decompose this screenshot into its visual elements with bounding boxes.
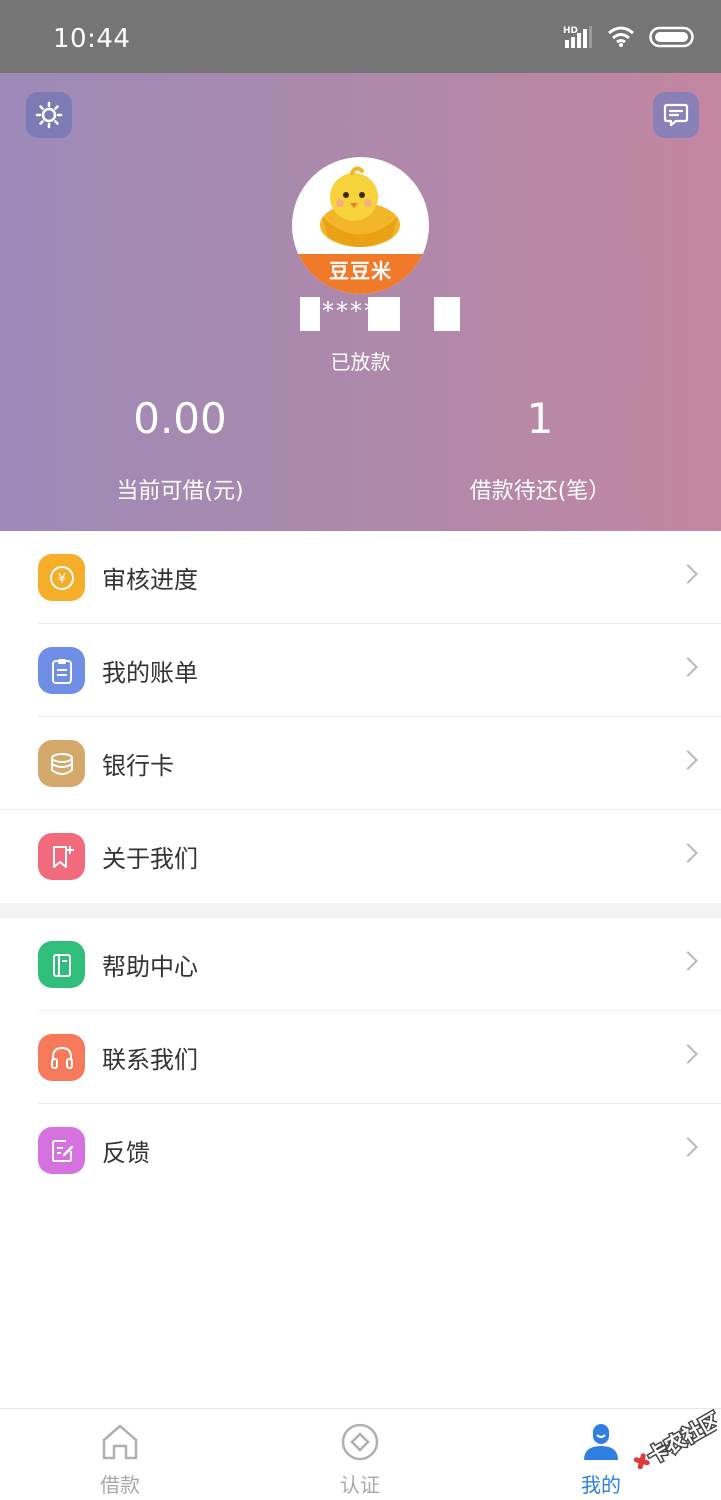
section-gap xyxy=(0,903,721,918)
profile-header: 豆豆米 **** 已放款 0.00 当前可借(元) 1 借款待还(笔） xyxy=(0,73,721,531)
signal-icon: HD xyxy=(563,26,592,48)
home-icon xyxy=(99,1421,141,1463)
chevron-right-icon xyxy=(678,843,698,863)
menu-label: 关于我们 xyxy=(102,845,198,873)
menu-item-my-bills[interactable]: 我的账单 xyxy=(0,624,721,717)
avatar[interactable]: 豆豆米 xyxy=(292,157,429,294)
chevron-right-icon xyxy=(678,750,698,770)
tab-loan[interactable]: 借款 xyxy=(0,1409,240,1500)
watermark-text: 卡农社区 xyxy=(643,1409,717,1469)
clock-time: 10:44 xyxy=(53,24,131,54)
clipboard-icon xyxy=(38,647,85,694)
chevron-right-icon xyxy=(678,951,698,971)
edit-note-icon xyxy=(38,1127,85,1174)
menu-group-account: ¥ 审核进度 我的账单 银行卡 关于我们 xyxy=(0,531,721,903)
available-credit-label: 当前可借(元) xyxy=(116,479,244,504)
pending-repayment-value: 1 xyxy=(526,394,554,443)
menu-item-bank-card[interactable]: 银行卡 xyxy=(0,717,721,810)
book-icon xyxy=(38,941,85,988)
tab-verify[interactable]: 认证 xyxy=(240,1409,480,1500)
menu-item-feedback[interactable]: 反馈 xyxy=(0,1104,721,1197)
bookmark-plus-icon xyxy=(38,833,85,880)
username: **** xyxy=(300,295,462,333)
pending-repayment-stat[interactable]: 1 借款待还(笔） xyxy=(360,395,720,505)
menu-label: 联系我们 xyxy=(102,1046,198,1074)
chevron-right-icon xyxy=(678,657,698,677)
menu-item-contact-us[interactable]: 联系我们 xyxy=(0,1011,721,1104)
svg-text:¥: ¥ xyxy=(57,572,65,587)
battery-icon xyxy=(649,26,694,48)
menu-label: 审核进度 xyxy=(102,566,198,594)
chat-bubble-icon xyxy=(663,103,689,127)
bottom-tab-bar: 借款 认证 我的 卡农社区 xyxy=(0,1408,721,1500)
available-credit-stat[interactable]: 0.00 当前可借(元) xyxy=(0,395,360,505)
wifi-icon xyxy=(608,26,634,47)
menu-label: 银行卡 xyxy=(102,752,174,780)
watermark-logo: 卡农社区 xyxy=(633,1409,717,1470)
message-button[interactable] xyxy=(653,92,699,138)
status-icons: HD xyxy=(563,24,695,50)
settings-button[interactable] xyxy=(26,92,72,138)
menu-item-review-progress[interactable]: ¥ 审核进度 xyxy=(0,531,721,624)
menu-label: 我的账单 xyxy=(102,659,198,687)
redaction-block xyxy=(368,297,400,331)
menu-label: 帮助中心 xyxy=(102,953,198,981)
menu-item-about-us[interactable]: 关于我们 xyxy=(0,810,721,903)
tab-label: 认证 xyxy=(340,1473,380,1497)
avatar-brand-banner: 豆豆米 xyxy=(292,254,429,294)
coin-stack-icon xyxy=(38,740,85,787)
menu-group-support: 帮助中心 联系我们 反馈 xyxy=(0,918,721,1197)
user-icon xyxy=(580,1421,622,1463)
chevron-right-icon xyxy=(678,1137,698,1157)
available-credit-value: 0.00 xyxy=(133,394,227,443)
tab-label: 借款 xyxy=(100,1473,140,1497)
diamond-circle-icon xyxy=(339,1421,381,1463)
redaction-block xyxy=(300,297,320,331)
redaction-block xyxy=(434,297,460,331)
yen-coin-icon: ¥ xyxy=(38,554,85,601)
chevron-right-icon xyxy=(678,564,698,584)
svg-text:HD: HD xyxy=(563,26,578,36)
headset-icon xyxy=(38,1034,85,1081)
gear-icon xyxy=(35,101,63,129)
pending-repayment-label: 借款待还(笔） xyxy=(469,479,611,504)
loan-status-label: 已放款 xyxy=(330,350,391,374)
system-status-bar: 10:44 HD xyxy=(0,0,721,73)
menu-label: 反馈 xyxy=(102,1139,150,1167)
tab-label: 我的 xyxy=(581,1473,621,1497)
menu-item-help-center[interactable]: 帮助中心 xyxy=(0,918,721,1011)
chevron-right-icon xyxy=(678,1044,698,1064)
